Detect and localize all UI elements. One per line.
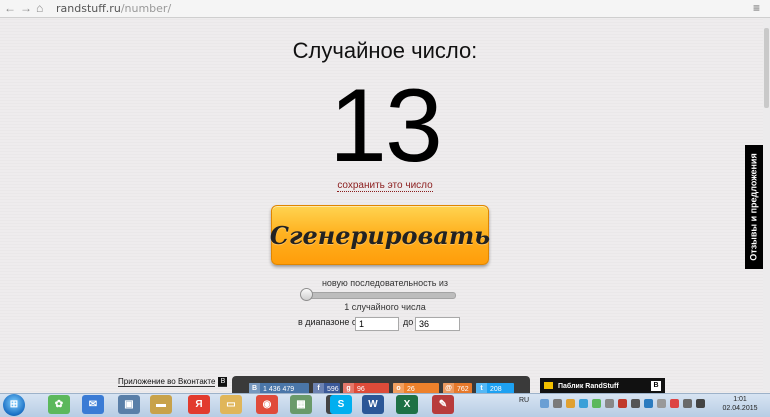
tray-antivirus-icon[interactable] xyxy=(618,399,627,408)
start-button[interactable]: ⊞ xyxy=(3,394,25,416)
page-title: Случайное число: xyxy=(292,38,478,63)
language-indicator[interactable]: RU xyxy=(519,397,529,404)
tray-printer-icon[interactable] xyxy=(605,399,614,408)
taskbar-yandex-icon[interactable]: Я xyxy=(188,395,210,414)
count-slider-handle[interactable] xyxy=(300,288,313,301)
tray-display-icon[interactable] xyxy=(644,399,653,408)
taskbar-skype-icon[interactable]: S xyxy=(330,395,352,414)
taskbar-explorer-icon[interactable]: ▭ xyxy=(220,395,242,414)
share-count: 208 xyxy=(490,385,502,393)
tray-media-icon[interactable] xyxy=(670,399,679,408)
tray-app-icon[interactable] xyxy=(566,399,575,408)
taskbar-excel-icon[interactable]: X xyxy=(396,395,418,414)
scrollbar-thumb[interactable] xyxy=(764,28,769,108)
public-label: Паблик RandStuff xyxy=(558,383,619,390)
taskbar xyxy=(0,393,770,417)
taskbar-photo-icon[interactable]: ▦ xyxy=(290,395,312,414)
url-path: /number/ xyxy=(120,2,172,15)
tray-icq-icon[interactable] xyxy=(592,399,601,408)
taskbar-folder-icon[interactable]: ▬ xyxy=(150,395,172,414)
count-slider-track[interactable] xyxy=(302,292,456,299)
taskbar-mail-icon[interactable]: ✉ xyxy=(82,395,104,414)
url-host: randstuff.ru xyxy=(56,2,121,15)
vk-app-link[interactable]: Приложение во Вконтакте В xyxy=(118,377,228,388)
clock[interactable]: 1:01 02.04.2015 xyxy=(722,395,758,413)
sequence-label: новую последовательность из xyxy=(321,278,449,288)
save-number-link[interactable]: сохранить это число xyxy=(0,180,770,192)
menu-icon[interactable]: ≡ xyxy=(753,1,760,15)
vk-badge-icon: В xyxy=(218,377,228,387)
taskbar-chrome-icon[interactable]: ◉ xyxy=(256,395,278,414)
vk-badge-icon: В xyxy=(651,381,661,391)
share-count: 1 436 479 xyxy=(263,385,295,393)
range-to-input[interactable] xyxy=(415,317,460,331)
home-icon[interactable]: ⌂ xyxy=(36,1,43,15)
taskbar-icq-icon[interactable]: ✿ xyxy=(48,395,70,414)
tray-volume-icon[interactable] xyxy=(696,399,705,408)
back-arrow-icon[interactable]: ← xyxy=(4,1,16,15)
tray-network-icon[interactable] xyxy=(540,399,549,408)
randstuff-logo-icon xyxy=(544,382,553,389)
tray-wifi-icon[interactable] xyxy=(683,399,692,408)
share-count: 596 xyxy=(327,385,339,393)
tray-skype-icon[interactable] xyxy=(579,399,588,408)
range-to-label: до xyxy=(403,317,414,327)
taskbar-paint-icon[interactable]: ✎ xyxy=(432,395,454,414)
clock-time: 1:01 xyxy=(733,396,747,403)
taskbar-word-icon[interactable]: W xyxy=(362,395,384,414)
tray-usb-icon[interactable] xyxy=(657,399,666,408)
random-number: 13 xyxy=(329,68,443,184)
share-count: 26 xyxy=(407,385,415,393)
feedback-tab[interactable]: Отзывы и предложения xyxy=(745,145,763,269)
public-widget[interactable]: Паблик RandStuff В xyxy=(540,378,665,394)
tray-keyboard-icon[interactable] xyxy=(553,399,562,408)
count-label: 1 случайного числа xyxy=(344,302,426,312)
range-from-label: в диапазоне от xyxy=(298,317,361,327)
address-bar[interactable]: randstuff.ru/number/ xyxy=(56,2,171,15)
tray-flag-icon[interactable] xyxy=(631,399,640,408)
share-count: 96 xyxy=(357,385,365,393)
generate-button[interactable]: Сгенерировать xyxy=(270,205,490,265)
forward-arrow-icon[interactable]: → xyxy=(20,1,32,15)
clock-date: 02.04.2015 xyxy=(722,405,758,412)
taskbar-computer-icon[interactable]: ▣ xyxy=(118,395,140,414)
share-count: 762 xyxy=(457,385,469,393)
range-from-input[interactable] xyxy=(355,317,399,331)
